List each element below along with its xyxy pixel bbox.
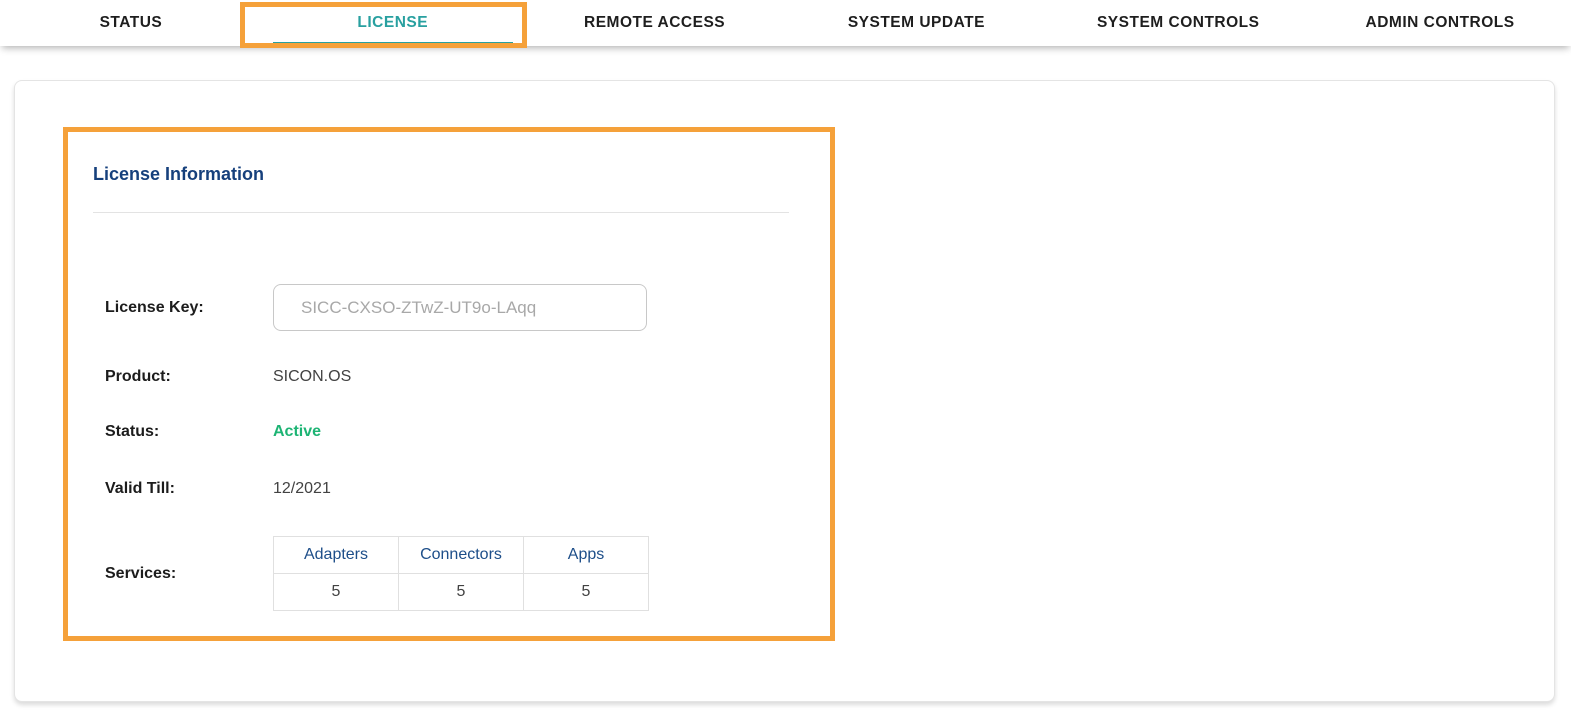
license-key-input[interactable] — [273, 284, 647, 331]
services-header-row: Adapters Connectors Apps — [274, 537, 649, 574]
license-page: { "tab_bar": { "tabs": [ { "label": "STA… — [0, 0, 1571, 720]
tab-status[interactable]: STATUS — [0, 0, 262, 46]
section-divider — [93, 212, 789, 213]
section-title: License Information — [93, 164, 264, 185]
status-label: Status: — [105, 423, 159, 441]
services-label: Services: — [105, 565, 176, 583]
valid-till-label: Valid Till: — [105, 480, 175, 498]
active-tab-underline — [273, 42, 513, 45]
product-value: SICON.OS — [273, 368, 351, 386]
services-values-row: 5 5 5 — [274, 574, 649, 611]
services-column-header-apps: Apps — [524, 537, 649, 574]
content-card: License Information License Key: Product… — [14, 80, 1555, 702]
status-badge: Active — [273, 423, 321, 441]
tab-license[interactable]: LICENSE — [262, 0, 524, 46]
services-value-connectors: 5 — [399, 574, 524, 611]
license-key-label: License Key: — [105, 299, 204, 317]
valid-till-value: 12/2021 — [273, 480, 331, 498]
services-column-header-connectors: Connectors — [399, 537, 524, 574]
tab-system-update[interactable]: SYSTEM UPDATE — [785, 0, 1047, 46]
tab-remote-access[interactable]: REMOTE ACCESS — [524, 0, 786, 46]
tab-bar: STATUS LICENSE REMOTE ACCESS SYSTEM UPDA… — [0, 0, 1571, 46]
services-table: Adapters Connectors Apps 5 5 5 — [273, 536, 649, 611]
tab-license-label: LICENSE — [357, 14, 428, 32]
services-column-header-adapters: Adapters — [274, 537, 399, 574]
tab-admin-controls[interactable]: ADMIN CONTROLS — [1309, 0, 1571, 46]
services-value-apps: 5 — [524, 574, 649, 611]
product-label: Product: — [105, 368, 171, 386]
tab-system-controls[interactable]: SYSTEM CONTROLS — [1047, 0, 1309, 46]
services-value-adapters: 5 — [274, 574, 399, 611]
